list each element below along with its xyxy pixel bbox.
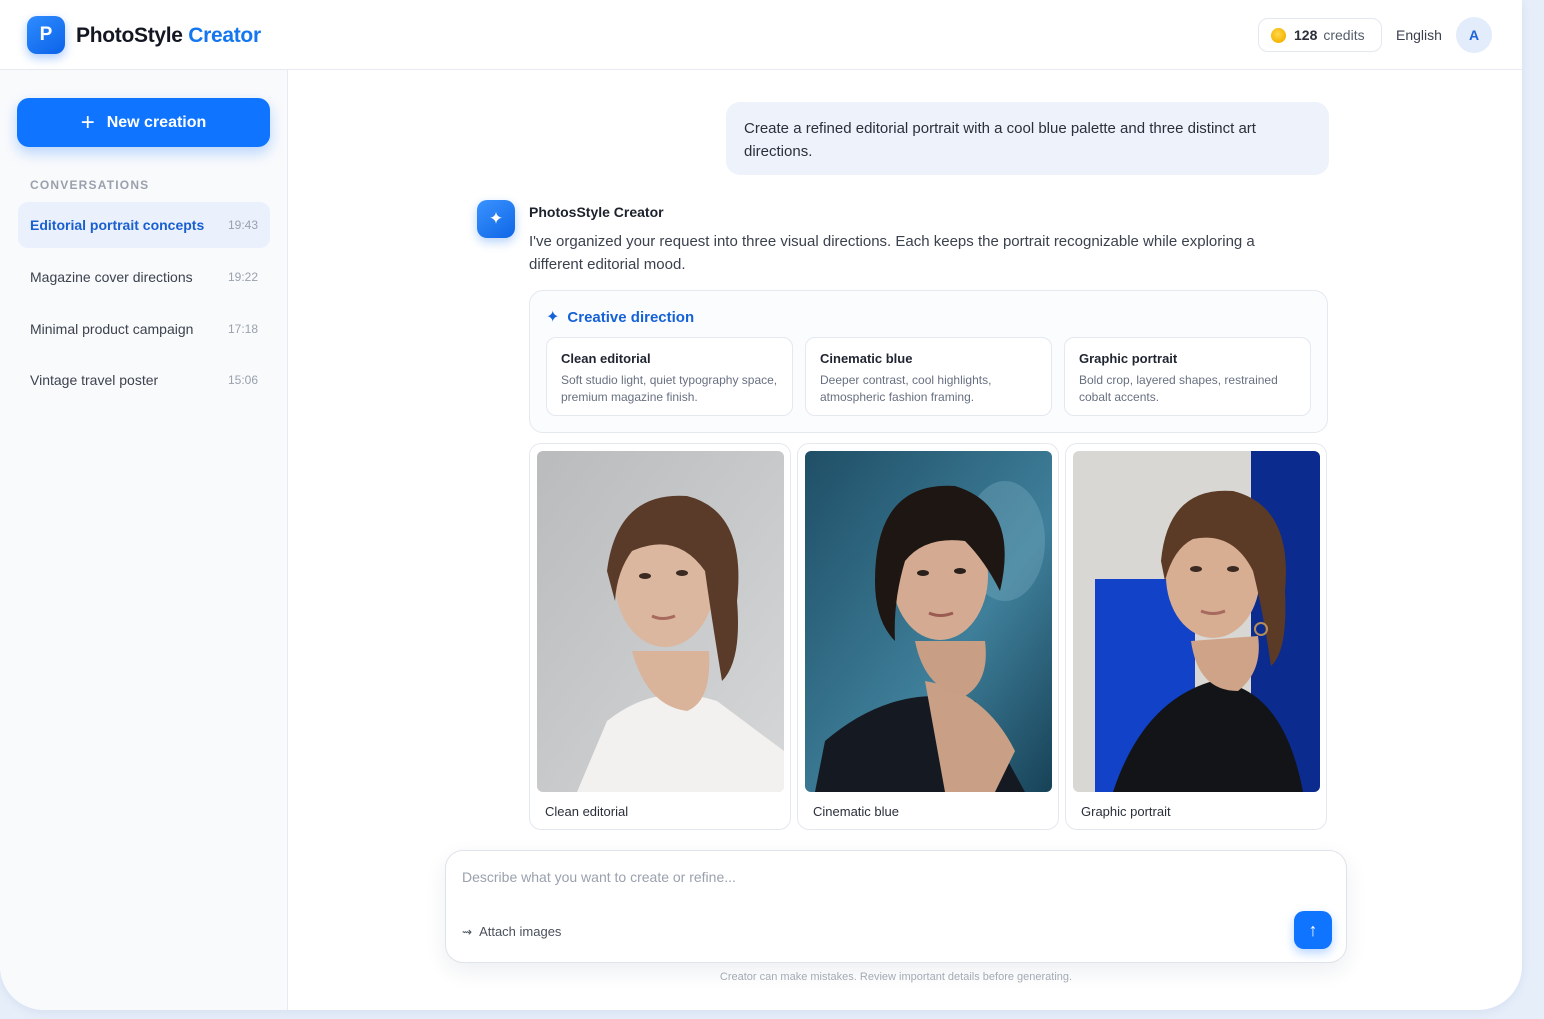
direction-card-graphic[interactable]: Graphic portrait Bold crop, layered shap… [1064,337,1311,416]
portrait-image-clean[interactable] [537,451,784,792]
conversation-time: 19:22 [227,270,258,284]
top-header: P PhotoStyle Creator 128 credits English… [0,0,1522,70]
sparkle-icon: ✦ [546,309,560,326]
user-avatar[interactable]: A [1456,17,1492,53]
sparkle-icon: ✦ [477,200,515,238]
image-card-cinematic[interactable]: Cinematic blue [797,443,1059,830]
bot-message: I've organized your request into three v… [529,233,1255,273]
portrait-illustration [537,451,784,792]
attach-icon: ⇝ [462,924,473,939]
credits-badge[interactable]: 128 credits [1258,18,1382,52]
image-caption: Cinematic blue [813,804,899,819]
portrait-illustration [1073,451,1320,792]
creative-direction-title: ✦ Creative direction [546,307,694,327]
portrait-image-cinematic[interactable] [805,451,1052,792]
user-message: Create a refined editorial portrait with… [726,102,1329,175]
conversation-time: 17:18 [227,322,258,336]
disclaimer-text: Creator can make mistakes. Review import… [719,971,1073,983]
conversations-heading: CONVERSATIONS [30,178,150,192]
attach-images-button[interactable]: ⇝ Attach images [462,924,561,939]
direction-card-cinematic[interactable]: Cinematic blue Deeper contrast, cool hig… [805,337,1052,416]
brand-accent: Creator [188,24,261,47]
app-window: P PhotoStyle Creator 128 credits English… [0,0,1522,1010]
app-logo[interactable]: P [27,16,65,54]
arrow-up-icon: ↑ [1308,919,1318,940]
direction-title: Cinematic blue [820,351,913,366]
direction-card-clean[interactable]: Clean editorial Soft studio light, quiet… [546,337,793,416]
conversation-item-travel[interactable]: Vintage travel poster 15:06 [18,357,270,403]
brand-main: PhotoStyle [76,24,183,47]
portrait-image-graphic[interactable] [1073,451,1320,792]
coin-icon [1271,27,1286,43]
conversation-time: 19:43 [227,218,258,232]
new-creation-button[interactable]: + New creation [17,98,270,147]
attach-label: Attach images [479,924,562,939]
brand-name: PhotoStyle Creator [76,24,261,48]
portrait-illustration [805,451,1052,792]
conversation-time: 15:06 [227,373,258,387]
direction-desc: Soft studio light, quiet typography spac… [561,373,778,404]
credits-label: credits [1323,27,1365,43]
conversation-item-editorial[interactable]: Editorial portrait concepts 19:43 [18,202,270,248]
creative-direction-label: Creative direction [567,308,695,326]
prompt-input[interactable]: Describe what you want to create or refi… [462,869,736,885]
image-caption: Graphic portrait [1081,804,1171,819]
credits-value: 128 [1294,27,1318,43]
creative-direction-panel: ✦ Creative direction Clean editorial Sof… [529,290,1328,433]
conversation-title: Magazine cover directions [30,269,193,285]
direction-desc: Bold crop, layered shapes, restrained co… [1079,373,1278,404]
image-caption: Clean editorial [545,804,629,819]
conversation-title: Vintage travel poster [30,372,159,388]
direction-title: Graphic portrait [1079,351,1178,366]
conversation-title: Editorial portrait concepts [30,217,205,233]
direction-desc: Deeper contrast, cool highlights, atmosp… [820,373,992,404]
plus-icon: + [80,108,95,136]
sidebar: + New creation CONVERSATIONS Editorial p… [0,70,288,1010]
message-composer[interactable]: Describe what you want to create or refi… [445,850,1347,963]
direction-title: Clean editorial [561,351,651,366]
image-card-clean[interactable]: Clean editorial [529,443,791,830]
bot-name: PhotosStyle Creator [529,204,664,220]
conversation-item-magazine[interactable]: Magazine cover directions 19:22 [18,254,270,300]
language-selector[interactable]: English [1396,27,1442,43]
image-card-graphic[interactable]: Graphic portrait [1065,443,1327,830]
send-button[interactable]: ↑ [1294,911,1332,949]
new-creation-label: New creation [106,113,207,131]
conversation-title: Minimal product campaign [30,321,194,337]
conversation-item-product[interactable]: Minimal product campaign 17:18 [18,306,270,352]
